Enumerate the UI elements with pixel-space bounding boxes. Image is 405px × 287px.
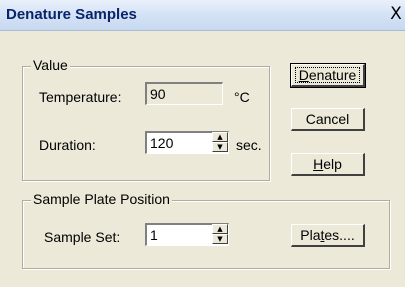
plates-label-post: es....: [324, 227, 355, 243]
plate-group-title: Sample Plate Position: [31, 191, 172, 207]
denature-button[interactable]: Denature: [290, 63, 366, 88]
temperature-label: Temperature:: [39, 89, 122, 105]
dialog-title: Denature Samples: [6, 6, 137, 23]
focus-rect: [295, 67, 360, 83]
plates-button[interactable]: Plates....: [291, 224, 365, 247]
duration-spinner[interactable]: ▲ ▼: [212, 132, 228, 153]
close-icon[interactable]: X: [387, 4, 405, 24]
duration-label: Duration:: [39, 137, 96, 153]
spin-up-icon[interactable]: ▲: [212, 132, 228, 142]
duration-unit: sec.: [236, 137, 262, 153]
temperature-unit: °C: [234, 89, 250, 105]
help-button[interactable]: Help: [291, 153, 365, 176]
plates-label-pre: Pla: [300, 227, 321, 243]
temperature-field: 90: [145, 82, 223, 105]
spin-up-icon[interactable]: ▲: [212, 224, 228, 234]
dialog-window: Denature Samples X Value Temperature: 90…: [0, 0, 405, 287]
value-group-title: Value: [31, 57, 70, 73]
spin-down-icon[interactable]: ▼: [212, 234, 228, 244]
sample-set-label: Sample Set:: [44, 229, 121, 245]
help-label-post: elp: [323, 156, 342, 172]
cancel-button[interactable]: Cancel: [291, 108, 365, 131]
sample-set-spinner[interactable]: ▲ ▼: [212, 224, 228, 245]
title-bar[interactable]: Denature Samples X: [0, 0, 405, 31]
help-label-mnemonic: H: [313, 156, 324, 172]
spin-down-icon[interactable]: ▼: [212, 142, 228, 152]
cancel-label: Cancel: [305, 111, 350, 127]
